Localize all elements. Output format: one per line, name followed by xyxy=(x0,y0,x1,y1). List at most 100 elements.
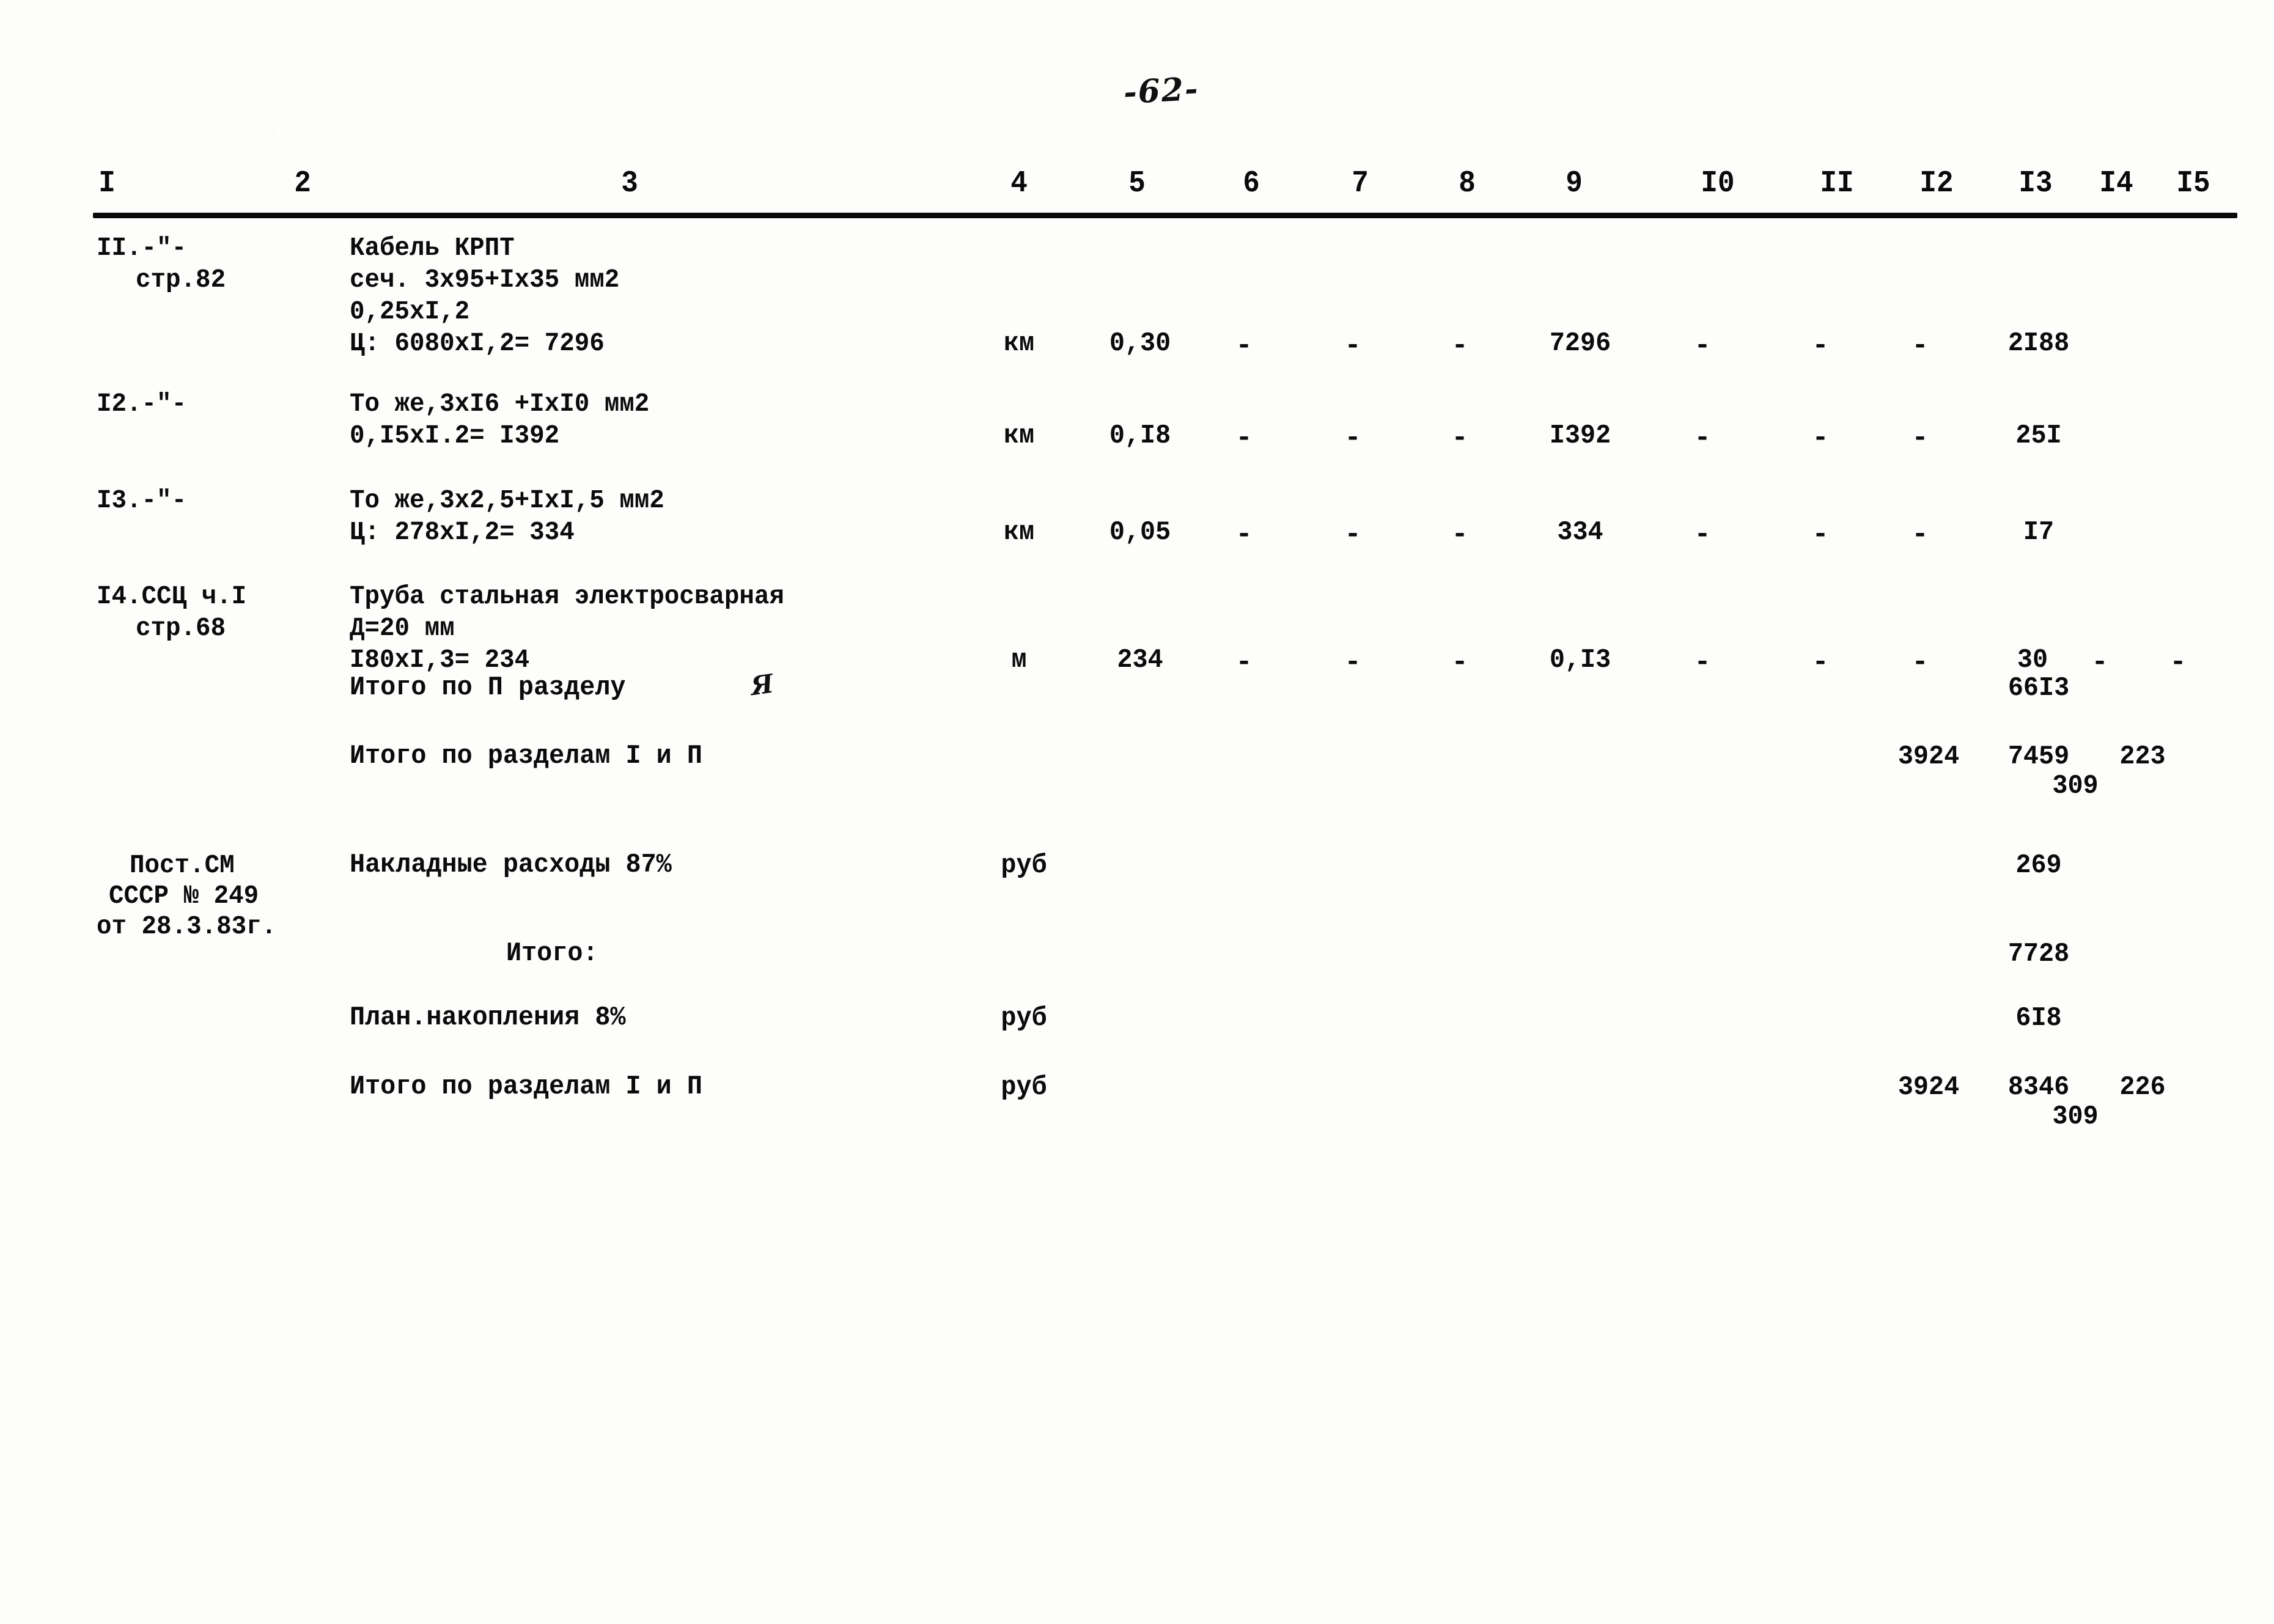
row-value-c13: 30 xyxy=(2017,645,2048,675)
summary-value-c13-sub: 309 xyxy=(2052,1101,2099,1132)
row-value-c11: - xyxy=(1812,519,1829,551)
row-value-c10: - xyxy=(1694,647,1711,678)
summary-label: План.накопления 8% xyxy=(350,1002,626,1033)
column-header-8: 8 xyxy=(1459,166,1476,201)
row-ref-line-1: II.-"- xyxy=(97,233,187,263)
summary-value-c13: 8346 xyxy=(2007,1072,2070,1103)
row-value-c10: - xyxy=(1694,422,1711,454)
page-number: -62- xyxy=(1122,70,1201,112)
row-desc-line-3: 0,25хI,2 xyxy=(350,296,470,326)
column-header-5: 5 xyxy=(1128,166,1146,201)
row-desc-line-2: 0,I5хI.2= I392 xyxy=(350,421,560,450)
row-value-c9: I392 xyxy=(1549,421,1611,451)
row-value-c10: - xyxy=(1694,519,1711,551)
summary-label: Итого по разделам I и П xyxy=(350,1071,702,1102)
summary-value-c13: 269 xyxy=(2015,850,2062,881)
summary-label: Итого по П разделу xyxy=(350,672,626,703)
row-value-c6: - xyxy=(1235,330,1253,362)
row-value-c7: - xyxy=(1344,330,1361,362)
row-value-c8: - xyxy=(1451,519,1468,551)
row-desc-line-4: Ц: 6080хI,2= 7296 xyxy=(350,328,605,358)
row-value-c6: - xyxy=(1235,422,1253,454)
column-header-13: I3 xyxy=(2018,166,2053,201)
summary-label: Итого по разделам I и П xyxy=(350,741,702,771)
summary-label: Накладные расходы 87% xyxy=(350,850,672,880)
row-value-c11: - xyxy=(1812,330,1829,362)
row-value-c7: - xyxy=(1344,519,1361,551)
summary-value-c15: 226 xyxy=(2119,1072,2166,1103)
column-header-10: I0 xyxy=(1701,166,1735,201)
table-column-header-row: I 2 3 4 5 6 7 8 9 I0 II I2 I3 I4 I5 xyxy=(0,166,2274,209)
row-value-c8: - xyxy=(1451,647,1468,678)
column-header-9: 9 xyxy=(1566,166,1583,201)
summary-value-c12: 3924 xyxy=(1897,1072,1960,1103)
row-quantity: 234 xyxy=(1117,645,1163,675)
row-value-c11: - xyxy=(1812,422,1829,454)
row-quantity: 0,30 xyxy=(1109,328,1171,359)
row-ref-line-2: стр.82 xyxy=(136,265,226,295)
row-value-c13: I7 xyxy=(2023,517,2055,548)
row-ref-line-1: I3.-"- xyxy=(97,485,187,515)
row-desc-line-3: I80хI,3= 234 xyxy=(350,645,530,675)
row-value-c11: - xyxy=(1812,647,1829,678)
row-value-c12: - xyxy=(1912,330,1929,362)
row-value-c9: 334 xyxy=(1557,517,1603,548)
row-desc-line-2: сеч. 3х95+Iх35 мм2 xyxy=(350,265,620,295)
row-desc-line-1: Труба стальная электросварная xyxy=(350,581,784,611)
row-quantity: 0,05 xyxy=(1109,517,1171,548)
summary-value-c13: 66I3 xyxy=(2007,673,2070,704)
summary-unit: руб xyxy=(1001,1003,1047,1034)
row-value-c9: 0,I3 xyxy=(1549,645,1611,675)
row-desc-line-1: Кабель КРПТ xyxy=(350,233,515,263)
column-header-4: 4 xyxy=(1010,166,1028,201)
row-unit: км xyxy=(1003,328,1035,359)
row-ref-line-1: I2.-"- xyxy=(97,389,187,419)
row-value-c9: 7296 xyxy=(1549,328,1611,359)
row-desc-line-1: То же,3х2,5+IхI,5 мм2 xyxy=(350,485,664,515)
paper-texture xyxy=(0,0,2274,1624)
row-unit: км xyxy=(1003,421,1035,451)
column-header-2: 2 xyxy=(294,166,311,201)
column-header-1: I xyxy=(98,166,116,201)
summary-value-c12: 3924 xyxy=(1897,741,1960,772)
row-desc-line-2: Ц: 278хI,2= 334 xyxy=(350,517,575,547)
summary-value-c15: 223 xyxy=(2119,741,2166,772)
row-value-c6: - xyxy=(1235,519,1253,551)
row-ref-line-1: I4.ССЦ ч.I xyxy=(97,581,247,611)
row-value-c7: - xyxy=(1344,647,1361,678)
row-value-c8: - xyxy=(1451,330,1468,362)
regulation-note-line-1: Пост.СМ xyxy=(130,850,235,880)
row-desc-line-2: Д=20 мм xyxy=(350,613,455,643)
column-header-15: I5 xyxy=(2176,166,2210,201)
row-value-c13: 25I xyxy=(2015,421,2062,451)
row-unit: км xyxy=(1003,517,1035,548)
column-header-14: I4 xyxy=(2099,166,2133,201)
row-value-c15: - xyxy=(2169,647,2187,678)
summary-unit: руб xyxy=(1001,850,1047,881)
summary-value-c13: 7459 xyxy=(2007,741,2070,772)
row-value-c12: - xyxy=(1912,647,1929,678)
summary-value-c13-sub: 309 xyxy=(2052,771,2099,801)
row-value-c7: - xyxy=(1344,422,1361,454)
summary-label: Итого: xyxy=(506,938,598,969)
summary-unit: руб xyxy=(1001,1072,1047,1103)
row-quantity: 0,I8 xyxy=(1109,421,1171,451)
column-header-3: 3 xyxy=(621,166,638,201)
summary-value-c13: 7728 xyxy=(2007,939,2070,969)
row-ref-line-2: стр.68 xyxy=(136,613,226,643)
column-header-11: II xyxy=(1820,166,1854,201)
row-value-c13: 2I88 xyxy=(2007,328,2070,359)
regulation-note-line-2: СССР № 249 xyxy=(109,881,259,911)
header-separator-rule xyxy=(93,213,2237,218)
document-page: -62- I 2 3 4 5 6 7 8 9 I0 II I2 I3 I4 I5… xyxy=(0,0,2274,1624)
handwritten-annotation: Я xyxy=(748,668,776,702)
regulation-note-line-3: от 28.3.83г. xyxy=(97,911,277,941)
row-value-c6: - xyxy=(1235,647,1253,678)
row-value-c12: - xyxy=(1912,422,1929,454)
column-header-6: 6 xyxy=(1243,166,1260,201)
row-value-c8: - xyxy=(1451,422,1468,454)
row-value-c12: - xyxy=(1912,519,1929,551)
row-unit: м xyxy=(1011,645,1027,675)
column-header-7: 7 xyxy=(1352,166,1369,201)
column-header-12: I2 xyxy=(1919,166,1954,201)
